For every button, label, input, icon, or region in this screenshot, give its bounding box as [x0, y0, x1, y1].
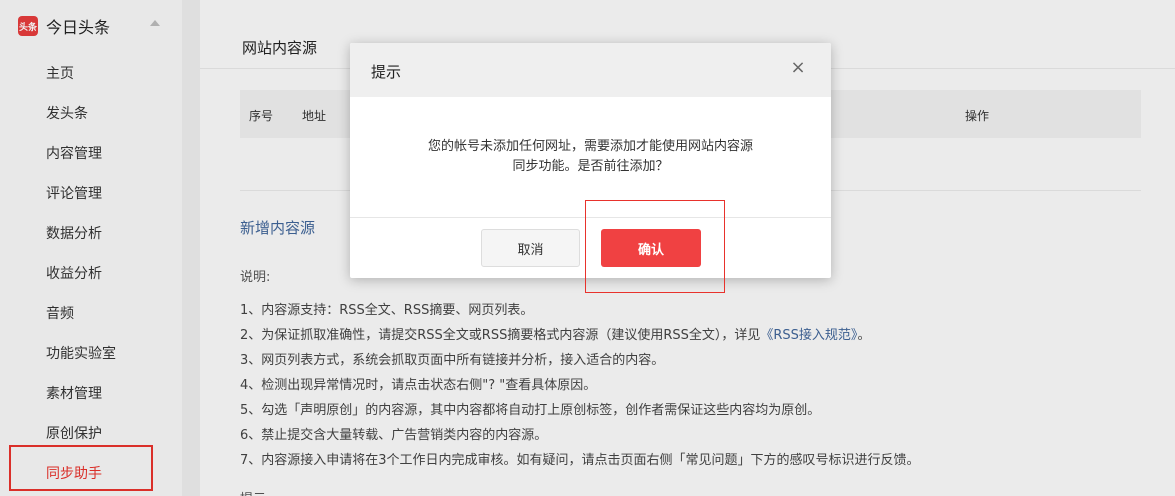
confirm-button-highlight-box — [585, 200, 725, 293]
dialog-title: 提示 — [371, 63, 402, 81]
dialog-header: 提示 × — [350, 43, 831, 97]
cancel-button[interactable]: 取消 — [481, 229, 580, 267]
close-icon[interactable]: × — [790, 59, 806, 77]
dialog-message: 您的帐号未添加任何网址，需要添加才能使用网站内容源 同步功能。是否前往添加？ — [350, 137, 831, 177]
dialog-message-line: 您的帐号未添加任何网址，需要添加才能使用网站内容源 — [427, 139, 753, 154]
dialog-message-line: 同步功能。是否前往添加？ — [512, 159, 669, 174]
